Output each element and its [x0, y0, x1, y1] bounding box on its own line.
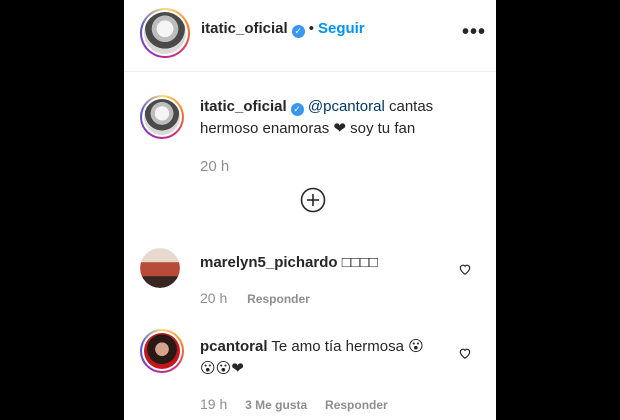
caption-text-1: cantas — [384, 98, 434, 115]
header-username[interactable]: itatic_oficial — [201, 20, 288, 37]
separator-dot: • — [308, 20, 314, 37]
plus-circle-icon[interactable] — [300, 187, 326, 213]
comment-text-1: Te amo tía hermosa 😮 — [271, 338, 424, 355]
comment-text-2: 😮😮❤ — [200, 360, 244, 377]
comment-avatar[interactable] — [140, 248, 180, 288]
comment-avatar[interactable] — [140, 329, 184, 373]
caption-avatar[interactable] — [140, 95, 184, 139]
likes-count[interactable]: 3 Me gusta — [245, 398, 307, 412]
caption-time: 20 h — [200, 158, 230, 175]
like-heart-icon[interactable] — [458, 262, 472, 276]
header-avatar[interactable] — [140, 8, 190, 58]
follow-button[interactable]: Seguir — [318, 20, 365, 37]
comment-time: 19 h — [200, 396, 228, 412]
comments-panel: itatic_oficial ✓ • Seguir ••• itatic_oficia… — [124, 0, 496, 420]
reply-button[interactable]: Responder — [247, 292, 310, 306]
comment-username[interactable]: marelyn5_pichardo — [200, 254, 338, 271]
post-header: itatic_oficial ✓ • Seguir ••• — [124, 0, 496, 72]
reply-button[interactable]: Responder — [325, 398, 388, 412]
caption-username[interactable]: itatic_oficial — [200, 98, 287, 115]
comment-text: □□□□ — [341, 254, 378, 271]
like-heart-icon[interactable] — [458, 346, 472, 360]
caption-text-2: hermoso enamoras ❤ soy tu fan — [200, 120, 416, 137]
verified-icon: ✓ — [291, 25, 305, 38]
comment-username[interactable]: pcantoral — [200, 338, 268, 355]
verified-icon: ✓ — [290, 103, 304, 116]
more-options-icon[interactable]: ••• — [462, 21, 486, 44]
mention-link[interactable]: @pcantoral — [308, 98, 385, 115]
comment-time: 20 h — [200, 290, 228, 306]
